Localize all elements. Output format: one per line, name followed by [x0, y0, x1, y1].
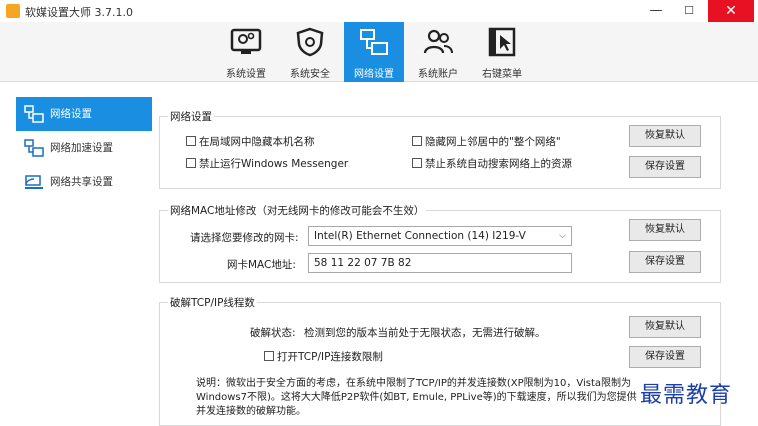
network-speed-icon: [24, 139, 44, 157]
disable-messenger-checkbox[interactable]: 禁止运行Windows Messenger: [186, 156, 348, 171]
mac-address-group: 网络MAC地址修改（对无线网卡的修改可能会不生效） 请选择您要修改的网卡: In…: [159, 203, 721, 283]
note-line: 说明：微软出于安全方面的考虑，在系统中限制了TCP/IP的并发连接数(XP限制为…: [196, 378, 632, 389]
watermark-text: 最需教育: [640, 383, 733, 408]
sidebar-item-label: 网络加速设置: [50, 142, 113, 154]
checkbox-box[interactable]: [412, 158, 422, 168]
network-settings-group: 网络设置 在局域网中隐藏本机名称 禁止运行Windows Messenger 隐…: [159, 109, 721, 189]
crack-status-label: 破解状态:: [250, 327, 296, 339]
checkbox-label: 隐藏网上邻居中的"整个网络": [425, 136, 561, 148]
checkbox-label: 在局域网中隐藏本机名称: [199, 136, 315, 148]
checkbox-label: 打开TCP/IP连接数限制: [277, 351, 383, 363]
window-title: 软媒设置大师 3.7.1.0: [25, 6, 133, 19]
restore-default-button[interactable]: 恢复默认: [629, 316, 701, 338]
checkbox-box[interactable]: [412, 136, 422, 146]
maximize-button[interactable]: ☐: [673, 0, 705, 22]
tab-context-menu[interactable]: 右键菜单: [472, 22, 532, 82]
disable-auto-search-checkbox[interactable]: 禁止系统自动搜索网络上的资源: [412, 156, 572, 171]
network-computers-icon: [24, 105, 44, 123]
hide-entire-network-checkbox[interactable]: 隐藏网上邻居中的"整个网络": [412, 134, 561, 149]
network-share-icon: [25, 175, 43, 189]
adapter-select-label: 请选择您要修改的网卡:: [190, 232, 299, 244]
sidebar-item-network-sharing[interactable]: 网络共享设置: [16, 165, 152, 199]
mac-address-input[interactable]: 58 11 22 07 7B 82: [308, 253, 572, 273]
display-gear-icon: [230, 28, 262, 54]
checkbox-label: 禁止运行Windows Messenger: [199, 158, 349, 170]
network-computers-icon: [360, 29, 388, 55]
group-title: 破解TCP/IP线程数: [168, 295, 257, 310]
minimize-button[interactable]: —: [640, 0, 672, 22]
sidebar-item-network-acceleration[interactable]: 网络加速设置: [16, 131, 152, 165]
adapter-select[interactable]: Intel(R) Ethernet Connection (14) I219-V…: [308, 226, 572, 246]
close-button[interactable]: ✕: [708, 0, 754, 22]
adapter-select-value: Intel(R) Ethernet Connection (14) I219-V: [314, 230, 526, 242]
tcpip-note: 说明：微软出于安全方面的考虑，在系统中限制了TCP/IP的并发连接数(XP限制为…: [196, 377, 652, 419]
crack-status-text: 检测到您的版本当前处于无限状态，无需进行破解。: [304, 327, 546, 339]
cursor-menu-icon: [488, 27, 516, 57]
mac-address-label: 网卡MAC地址:: [227, 259, 296, 271]
tab-label: 系统账户: [418, 69, 458, 80]
checkbox-box[interactable]: [264, 351, 274, 361]
restore-default-button[interactable]: 恢复默认: [629, 219, 701, 241]
group-title: 网络设置: [168, 109, 214, 124]
sidebar: 网络设置 网络加速设置 网络共享设置: [16, 97, 152, 199]
title-bar: 软媒设置大师 3.7.1.0 — ☐ ✕: [0, 0, 758, 22]
save-settings-button[interactable]: 保存设置: [629, 156, 701, 178]
sidebar-item-network-settings[interactable]: 网络设置: [16, 97, 152, 131]
note-line: Windows7不限)。这将大大降低P2P软件(如BT, Emule, PPLi…: [196, 392, 637, 403]
shield-gear-icon: [296, 27, 324, 57]
main-toolbar: 系统设置 系统安全 网络设置 系统账户 右键菜单: [0, 22, 758, 82]
chevron-down-icon: ⌵: [559, 231, 566, 241]
tab-system-security[interactable]: 系统安全: [280, 22, 340, 82]
sidebar-item-label: 网络共享设置: [50, 176, 113, 188]
restore-default-button[interactable]: 恢复默认: [629, 125, 701, 147]
app-logo-icon: [6, 4, 20, 18]
checkbox-label: 禁止系统自动搜索网络上的资源: [425, 158, 572, 170]
save-settings-button[interactable]: 保存设置: [629, 251, 701, 273]
checkbox-box[interactable]: [186, 136, 196, 146]
hide-computer-name-checkbox[interactable]: 在局域网中隐藏本机名称: [186, 134, 315, 149]
tcpip-limit-checkbox[interactable]: 打开TCP/IP连接数限制: [264, 349, 383, 364]
users-icon: [423, 29, 453, 54]
tab-label: 系统安全: [290, 69, 330, 80]
group-title: 网络MAC地址修改（对无线网卡的修改可能会不生效）: [168, 203, 427, 218]
tab-label: 网络设置: [354, 69, 394, 80]
sidebar-item-label: 网络设置: [50, 108, 92, 120]
checkbox-box[interactable]: [186, 158, 196, 168]
tab-label: 系统设置: [226, 69, 266, 80]
save-settings-button[interactable]: 保存设置: [629, 346, 701, 368]
tab-network-settings[interactable]: 网络设置: [344, 22, 404, 82]
tab-system-settings[interactable]: 系统设置: [216, 22, 276, 82]
tab-label: 右键菜单: [482, 69, 522, 80]
tab-system-accounts[interactable]: 系统账户: [408, 22, 468, 82]
note-line: 并发连接数的破解功能。: [196, 406, 306, 417]
